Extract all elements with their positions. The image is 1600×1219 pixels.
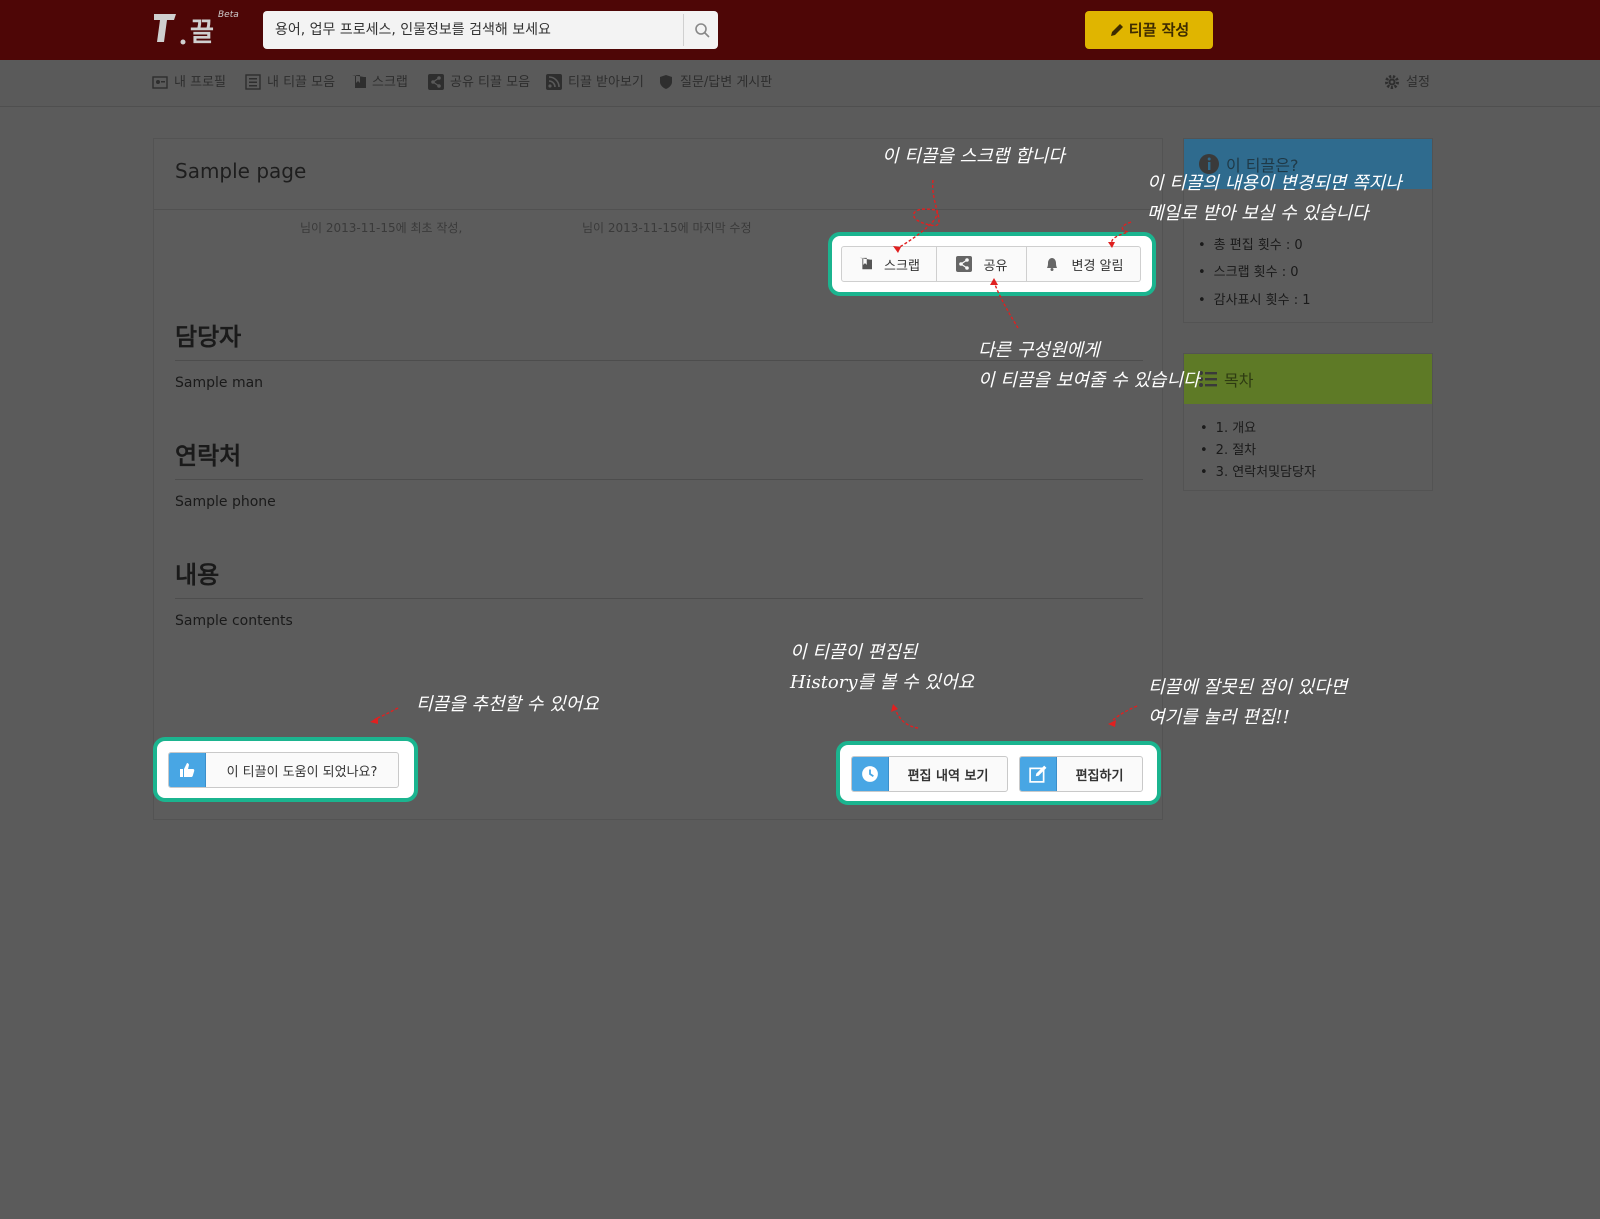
annotation-notify-line2: 메일로 받아 보실 수 있습니다 — [1147, 203, 1369, 224]
annotation-recommend: 티끌을 추천할 수 있어요 — [416, 694, 599, 715]
annotation-edit-line1: 티끌에 잘못된 점이 있다면 — [1148, 677, 1348, 698]
annotation-notify-line1: 이 티끌의 내용이 변경되면 쪽지나 — [1147, 173, 1402, 194]
annotation-edit-line2: 여기를 눌러 편집!! — [1148, 707, 1290, 728]
annotation-scrap: 이 티끌을 스크랩 합니다 — [882, 146, 1065, 167]
annotation-history-line2: History를 볼 수 있어요 — [790, 672, 975, 693]
annotation-share-line2: 이 티끌을 보여줄 수 있습니다 — [978, 370, 1200, 391]
annotation-share-line1: 다른 구성원에게 — [978, 340, 1100, 361]
annotation-history-line1: 이 티끌이 편집된 — [790, 642, 918, 663]
